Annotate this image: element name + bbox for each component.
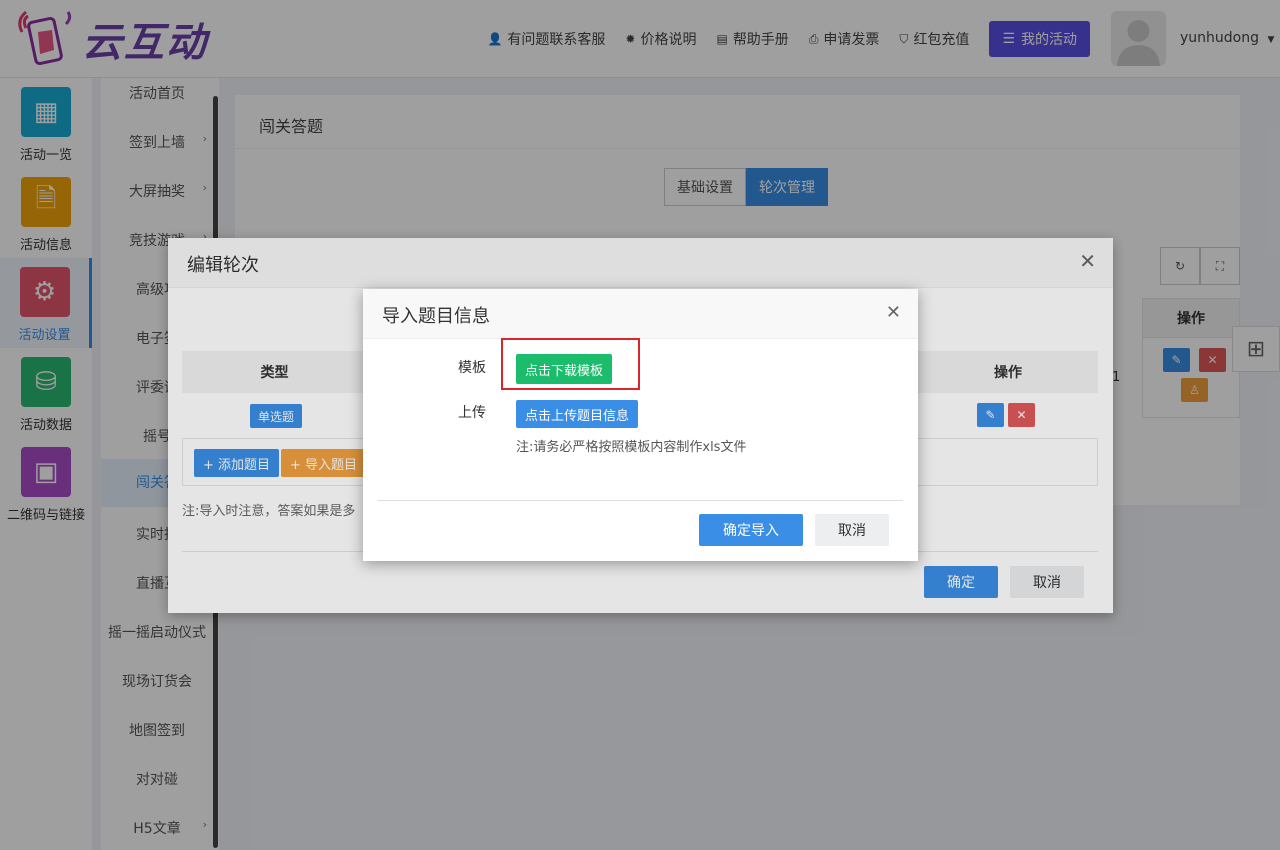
download-template-button[interactable]: 点击下载模板 <box>516 354 613 384</box>
modal-header: 导入题目信息 ✕ <box>363 289 918 339</box>
modal-title: 导入题目信息 <box>382 306 490 327</box>
divider <box>378 500 903 501</box>
template-label: 模板 <box>458 360 486 376</box>
cancel-button[interactable]: 取消 <box>815 514 889 546</box>
import-questions-modal: 导入题目信息 ✕ 模板 点击下载模板 上传 点击上传题目信息 注:请务必严格按照… <box>363 289 918 561</box>
close-icon: ✕ <box>885 302 901 323</box>
close-button[interactable]: ✕ <box>886 302 901 323</box>
confirm-import-button[interactable]: 确定导入 <box>699 514 803 546</box>
upload-label: 上传 <box>458 405 486 421</box>
template-note: 注:请务必严格按照模板内容制作xls文件 <box>516 440 747 455</box>
upload-questions-button[interactable]: 点击上传题目信息 <box>516 400 639 428</box>
